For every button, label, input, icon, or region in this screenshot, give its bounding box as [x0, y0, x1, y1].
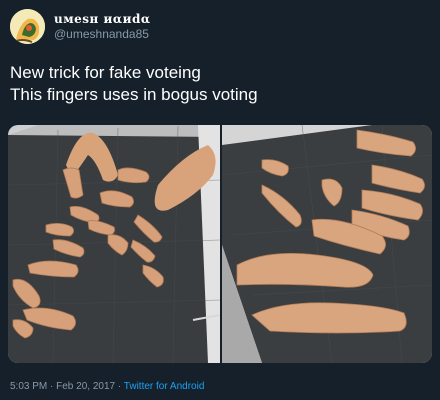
tweet-timestamp[interactable]: 5:03 PM · Feb 20, 2017 [10, 381, 115, 392]
tweet-media [8, 125, 432, 363]
tweet-text-line: New trick for fake voteing [10, 63, 201, 82]
tweet-source-link[interactable]: Twitter for Android [124, 381, 205, 392]
tweet-text: New trick for fake voteing This fingers … [10, 62, 258, 106]
tweet-card: uмesн иαиdα @umeshnanda85 New trick for … [0, 0, 440, 400]
tweet-footer: 5:03 PM · Feb 20, 2017 · Twitter for And… [10, 381, 204, 392]
tweet-text-line: This fingers uses in bogus voting [10, 85, 258, 104]
display-name[interactable]: uмesн иαиdα [54, 12, 151, 27]
user-handle[interactable]: @umeshnanda85 [54, 27, 151, 42]
avatar[interactable] [10, 9, 45, 44]
user-names: uмesн иαиdα @umeshnanda85 [54, 12, 151, 42]
photo-fake-fingers-closeup[interactable] [222, 125, 432, 363]
footer-separator: · [115, 381, 124, 392]
photo-fake-fingers-table[interactable] [8, 125, 220, 363]
avatar-illustration-icon [10, 9, 45, 44]
tweet-header: uмesн иαиdα @umeshnanda85 [10, 9, 151, 44]
